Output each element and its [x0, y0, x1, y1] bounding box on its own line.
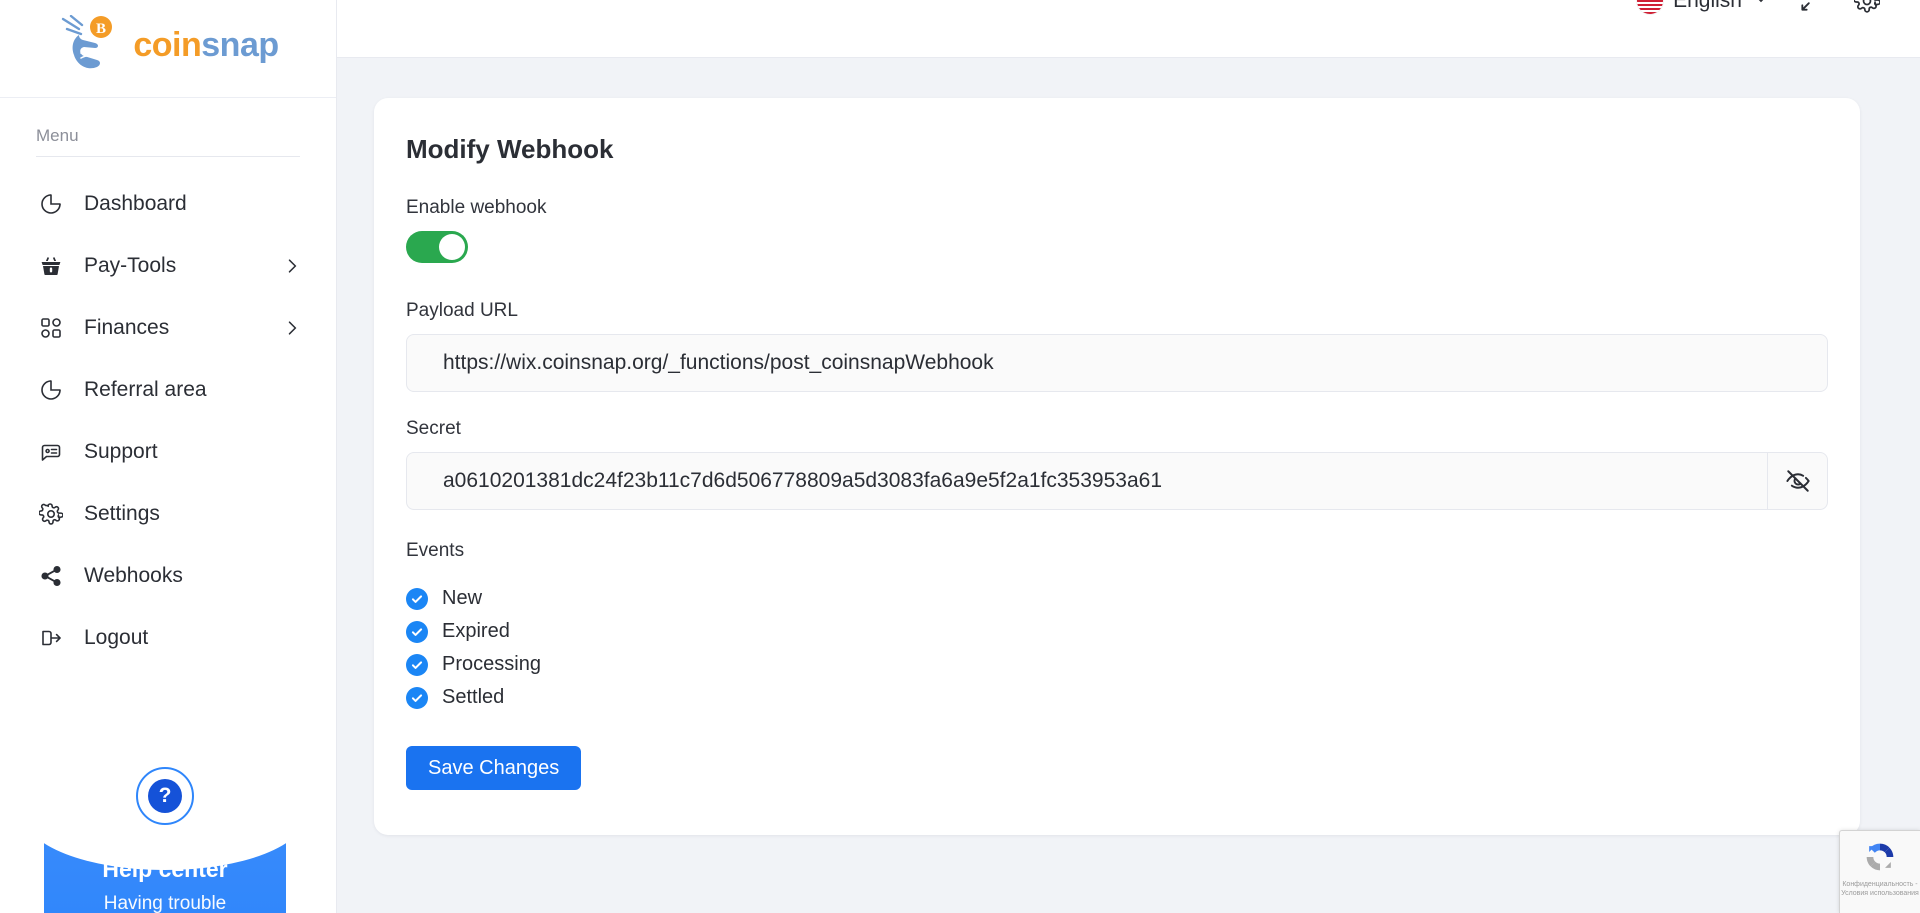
- coinsnap-logo-mark: B: [57, 14, 123, 77]
- chevron-right-icon[interactable]: [282, 256, 302, 276]
- payload-url-group: Payload URL https://wix.coinsnap.org/_fu…: [406, 300, 1828, 392]
- help-center-subtitle: Having trouble: [103, 893, 227, 913]
- language-selector[interactable]: English: [1637, 0, 1770, 14]
- sidebar-item-label: Referral area: [84, 378, 207, 401]
- question-mark-icon: ?: [148, 779, 182, 813]
- event-label: Settled: [442, 686, 505, 708]
- sidebar-item-label: Settings: [84, 502, 160, 525]
- logo-text-coin: coin: [133, 26, 202, 64]
- sidebar-item-label: Support: [84, 440, 158, 463]
- checkbox-checked-icon[interactable]: [406, 653, 428, 676]
- topbar: English: [337, 0, 1920, 58]
- pie-chart-icon: [36, 375, 66, 405]
- payload-url-input[interactable]: https://wix.coinsnap.org/_functions/post…: [406, 334, 1828, 392]
- sidebar-item-label: Logout: [84, 626, 149, 649]
- events-label: Events: [406, 540, 465, 561]
- logout-icon: [36, 623, 66, 653]
- enable-webhook-label: Enable webhook: [406, 197, 547, 218]
- logo-text-snap: snap: [201, 26, 279, 64]
- chat-icon: [36, 437, 66, 467]
- basket-icon: [36, 251, 66, 281]
- chevron-right-icon[interactable]: [282, 318, 302, 338]
- enable-webhook-toggle[interactable]: [406, 231, 468, 263]
- sidebar-item-finances[interactable]: Finances: [0, 297, 336, 359]
- sidebar-item-dashboard[interactable]: Dashboard: [0, 173, 336, 235]
- event-checkbox-new[interactable]: New: [406, 582, 1828, 615]
- secret-group: Secret a0610201381dc24f23b11c7d6d5067788…: [406, 418, 1828, 510]
- sidebar-item-logout[interactable]: Logout: [0, 607, 336, 669]
- menu-section-label: Menu: [36, 126, 79, 145]
- sidebar-item-pay-tools[interactable]: Pay-Tools: [0, 235, 336, 297]
- event-checkbox-settled[interactable]: Settled: [406, 681, 1828, 714]
- us-flag-icon: [1637, 0, 1664, 14]
- recaptcha-icon: [1866, 843, 1894, 871]
- language-label: English: [1673, 0, 1742, 12]
- recaptcha-line-2: Условия использования: [1841, 890, 1919, 898]
- sidebar-item-support[interactable]: Support: [0, 421, 336, 483]
- help-widget-content: Help center Having trouble: [60, 856, 270, 913]
- event-checkbox-processing[interactable]: Processing: [406, 648, 1828, 681]
- recaptcha-privacy-text[interactable]: Конфиденциальность - Условия использован…: [1841, 880, 1919, 899]
- sidebar-item-label: Pay-Tools: [84, 254, 177, 277]
- main-area: English Modify Webhook Enable webhook Pa…: [337, 0, 1920, 913]
- svg-text:B: B: [96, 21, 106, 37]
- event-label: New: [442, 587, 483, 609]
- sidebar-item-referral-area[interactable]: Referral area: [0, 359, 336, 421]
- secret-label: Secret: [406, 418, 461, 439]
- event-label: Processing: [442, 653, 541, 675]
- checkbox-checked-icon[interactable]: [406, 620, 428, 643]
- eye-off-icon[interactable]: [1767, 453, 1827, 509]
- checkbox-checked-icon[interactable]: [406, 587, 428, 610]
- event-checkbox-expired[interactable]: Expired: [406, 615, 1828, 648]
- logo-area[interactable]: B coinsnap: [0, 0, 336, 98]
- sidebar-item-label: Finances: [84, 316, 170, 339]
- modify-webhook-card: Modify Webhook Enable webhook Payload UR…: [374, 98, 1860, 835]
- sidebar-item-webhooks[interactable]: Webhooks: [0, 545, 336, 607]
- secret-input[interactable]: a0610201381dc24f23b11c7d6d506778809a5d30…: [407, 453, 1767, 509]
- share-icon: [36, 561, 66, 591]
- sidebar-item-label: Dashboard: [84, 192, 187, 215]
- secret-input-wrapper: a0610201381dc24f23b11c7d6d506778809a5d30…: [406, 452, 1828, 510]
- help-center-title: Help center: [102, 856, 228, 882]
- pie-chart-icon: [36, 189, 66, 219]
- sidebar: B coinsnap Menu Dashboard Pay-Tools Fina…: [0, 0, 337, 913]
- toggle-knob: [439, 234, 465, 260]
- payload-url-label: Payload URL: [406, 300, 518, 321]
- help-center-widget[interactable]: ? Help center Having trouble: [24, 760, 306, 913]
- enable-webhook-group: Enable webhook: [406, 197, 1828, 268]
- recaptcha-badge[interactable]: Конфиденциальность - Условия использован…: [1839, 830, 1920, 913]
- recaptcha-line-1: Конфиденциальность -: [1842, 881, 1918, 888]
- content-area: Modify Webhook Enable webhook Payload UR…: [337, 58, 1920, 913]
- topbar-controls: English: [1637, 0, 1882, 16]
- sidebar-item-settings[interactable]: Settings: [0, 483, 336, 545]
- checkbox-checked-icon[interactable]: [406, 686, 428, 709]
- sidebar-item-label: Webhooks: [84, 564, 183, 587]
- gear-icon[interactable]: [1852, 0, 1882, 16]
- coinsnap-logo[interactable]: B coinsnap: [57, 14, 279, 77]
- collapse-fullscreen-icon[interactable]: [1796, 0, 1826, 16]
- chevron-down-icon[interactable]: [1752, 0, 1770, 13]
- app-root: B coinsnap Menu Dashboard Pay-Tools Fina…: [0, 0, 1920, 913]
- coinsnap-logo-text: coinsnap: [133, 26, 279, 65]
- help-badge[interactable]: ?: [136, 767, 194, 825]
- grid-icon: [36, 313, 66, 343]
- save-changes-button[interactable]: Save Changes: [406, 746, 582, 790]
- page-title: Modify Webhook: [406, 134, 614, 164]
- menu-divider: [36, 156, 300, 157]
- gear-icon: [36, 499, 66, 529]
- event-label: Expired: [442, 620, 510, 642]
